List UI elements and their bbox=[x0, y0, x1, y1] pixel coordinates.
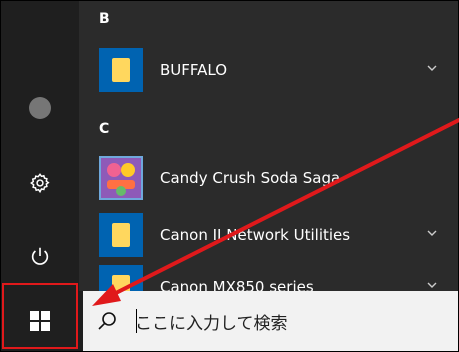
text-caret bbox=[136, 309, 137, 333]
app-list: B BUFFALO C Candy Crush Soda Saga Canon … bbox=[79, 1, 458, 309]
app-canon-ij-network-utilities[interactable]: Canon IJ Network Utilities bbox=[99, 213, 449, 257]
user-avatar-icon bbox=[29, 97, 51, 119]
section-letter-b[interactable]: B bbox=[99, 11, 110, 27]
app-tile bbox=[99, 156, 143, 200]
app-label: Canon IJ Network Utilities bbox=[160, 226, 351, 244]
search-placeholder: ここに入力して検索 bbox=[135, 313, 288, 334]
app-label: Candy Crush Soda Saga bbox=[160, 169, 341, 187]
app-candy-crush[interactable]: Candy Crush Soda Saga bbox=[99, 156, 449, 200]
start-button-highlight bbox=[2, 283, 78, 349]
app-tile bbox=[99, 213, 143, 257]
power-button[interactable] bbox=[20, 236, 60, 276]
power-icon bbox=[31, 247, 49, 265]
taskbar: ここに入力して検索 bbox=[1, 283, 458, 351]
chevron-down-icon[interactable] bbox=[425, 61, 439, 75]
settings-button[interactable] bbox=[20, 163, 60, 203]
app-label: BUFFALO bbox=[160, 61, 228, 79]
settings-gear-icon bbox=[30, 173, 50, 194]
search-icon bbox=[98, 312, 116, 330]
folder-icon bbox=[112, 58, 130, 82]
folder-icon bbox=[112, 223, 130, 247]
search-box[interactable]: ここに入力して検索 bbox=[83, 291, 458, 351]
app-tile bbox=[99, 48, 143, 92]
chevron-down-icon[interactable] bbox=[425, 278, 439, 292]
candy-crush-icon bbox=[101, 158, 141, 198]
section-letter-c[interactable]: C bbox=[99, 121, 109, 137]
user-account-button[interactable] bbox=[20, 88, 60, 128]
app-buffalo[interactable]: BUFFALO bbox=[99, 48, 449, 92]
chevron-down-icon[interactable] bbox=[425, 226, 439, 240]
start-menu-window: B BUFFALO C Candy Crush Soda Saga Canon … bbox=[0, 0, 459, 352]
start-rail bbox=[1, 1, 79, 291]
